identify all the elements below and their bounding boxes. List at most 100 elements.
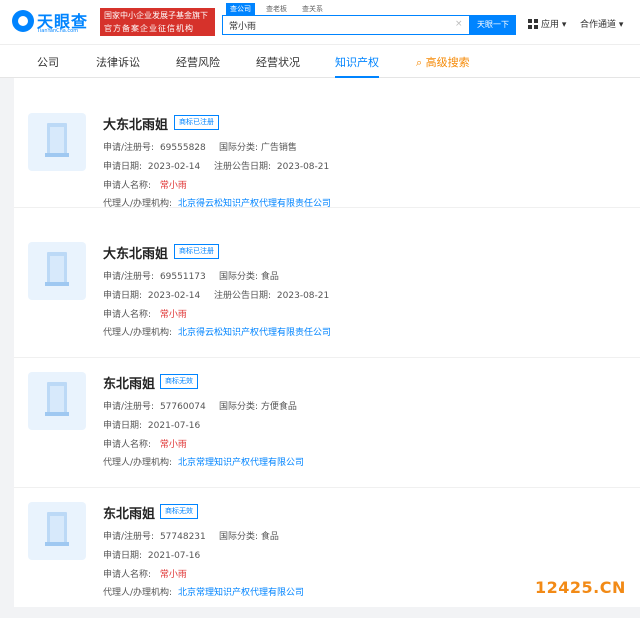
status-badge: 商标已注册 [174,244,219,259]
search-box: × [222,15,470,35]
pub-date-value: 2023-08-21 [276,162,330,172]
trademark-book-icon [45,512,69,546]
status-badge: 商标无效 [160,374,198,389]
tab-search-company[interactable]: 查公司 [226,3,255,15]
reg-no-value: 69555828 [159,143,206,153]
applicant-label: 申请人名称: [103,310,152,320]
trademark-card[interactable]: 大东北雨姐 商标已注册 申请/注册号: 69551173 国际分类: 食品 申请… [14,228,640,358]
trademark-row-class: 国际分类: 食品 [219,529,279,542]
class-label: 国际分类: [219,402,259,412]
trademark-name[interactable]: 东北雨姐 [103,373,155,392]
agent-label: 代理人/办理机构: [103,458,173,468]
trademark-book-icon [45,382,69,416]
trademark-row-applicant: 申请人名称: 常小雨 [103,567,187,580]
site-watermark: 12425.CN [535,578,626,597]
trademark-row-agent: 代理人/办理机构: 北京常理知识产权代理有限公司 [103,455,304,468]
trademark-image[interactable] [28,372,86,430]
site-logo[interactable]: 天眼查 TianYanCha.com [12,8,96,36]
search-icon: ⌕ [416,56,423,69]
class-value: 广告销售 [260,143,297,153]
trademark-row-date: 申请日期: 2021-07-16 [103,418,200,431]
clear-icon[interactable]: × [455,19,463,29]
applicant-link[interactable]: 常小雨 [160,310,187,320]
pub-date-label: 注册公告日期: [214,291,272,301]
nav-risk[interactable]: 经营风险 [176,54,220,70]
grid-icon [528,19,538,29]
section-nav: 公司 法律诉讼 经营风险 经营状况 知识产权 ⌕ 高级搜索 [0,44,640,78]
trademark-row-agent: 代理人/办理机构: 北京得云松知识产权代理有限责任公司 [103,196,331,209]
search-button[interactable]: 天眼一下 [470,15,516,35]
nav-operations[interactable]: 经营状况 [256,54,300,70]
applicant-link[interactable]: 常小雨 [160,570,187,580]
trademark-book-icon [45,123,69,157]
chevron-down-icon: ▾ [618,20,624,30]
trademark-card[interactable]: 东北雨姐 商标无效 申请/注册号: 57748231 国际分类: 食品 申请日期… [14,488,640,618]
nav-legal[interactable]: 法律诉讼 [96,54,140,70]
advanced-search-label: 高级搜索 [425,56,470,69]
class-label: 国际分类: [219,532,259,542]
reg-no-value: 57760074 [159,402,206,412]
trademark-image[interactable] [28,242,86,300]
trademark-list: 大东北雨姐 商标已注册 申请/注册号: 69555828 国际分类: 广告销售 … [14,78,640,607]
trademark-name[interactable]: 东北雨姐 [103,503,155,522]
date-label: 申请日期: [103,421,143,431]
eye-logo-icon [12,10,34,32]
date-label: 申请日期: [103,162,143,172]
trademark-image[interactable] [28,502,86,560]
status-badge: 商标无效 [160,504,198,519]
pub-date-value: 2023-08-21 [276,291,330,301]
trademark-row-pub: 注册公告日期: 2023-08-21 [214,288,329,301]
top-header: 天眼查 TianYanCha.com 国家中小企业发展子基金旗下 官方备案企业征… [0,0,640,44]
reg-no-label: 申请/注册号: [103,402,155,412]
tab-search-boss[interactable]: 查老板 [262,3,291,15]
trademark-row-reg: 申请/注册号: 69551173 [103,269,206,282]
trademark-name[interactable]: 大东北雨姐 [103,114,168,133]
agent-link[interactable]: 北京常理知识产权代理有限公司 [178,588,304,598]
nav-ip[interactable]: 知识产权 [335,54,379,70]
trademark-card[interactable]: 大东北雨姐 商标已注册 申请/注册号: 69555828 国际分类: 广告销售 … [14,78,640,209]
applicant-link[interactable]: 常小雨 [160,181,187,191]
agent-label: 代理人/办理机构: [103,199,173,209]
agent-label: 代理人/办理机构: [103,588,173,598]
partner-menu[interactable]: 合作通道 ▾ [580,17,623,30]
trademark-card[interactable]: 东北雨姐 商标无效 申请/注册号: 57760074 国际分类: 方便食品 申请… [14,358,640,488]
trademark-row-reg: 申请/注册号: 57760074 [103,399,206,412]
applicant-label: 申请人名称: [103,570,152,580]
app-menu-label: 应用 [541,20,560,30]
status-badge: 商标已注册 [174,115,219,130]
date-value: 2023-02-14 [147,162,201,172]
applicant-link[interactable]: 常小雨 [160,440,187,450]
trademark-row-applicant: 申请人名称: 常小雨 [103,437,187,450]
tab-search-relation[interactable]: 查关系 [298,3,327,15]
chevron-down-icon: ▾ [561,20,567,30]
date-value: 2021-07-16 [147,551,201,561]
applicant-label: 申请人名称: [103,440,152,450]
nav-company[interactable]: 公司 [37,54,59,70]
agent-link[interactable]: 北京得云松知识产权代理有限责任公司 [178,199,331,209]
reg-no-label: 申请/注册号: [103,272,155,282]
agent-label: 代理人/办理机构: [103,328,173,338]
reg-no-value: 57748231 [159,532,206,542]
credit-banner[interactable]: 国家中小企业发展子基金旗下 官方备案企业征信机构 [100,8,215,36]
trademark-row-class: 国际分类: 广告销售 [219,140,297,153]
logo-subtext: TianYanCha.com [37,28,79,34]
agent-link[interactable]: 北京得云松知识产权代理有限责任公司 [178,328,331,338]
trademark-row-agent: 代理人/办理机构: 北京得云松知识产权代理有限责任公司 [103,325,331,338]
trademark-row-date: 申请日期: 2023-02-14 [103,288,200,301]
class-value: 食品 [260,532,279,542]
class-value: 食品 [260,272,279,282]
applicant-label: 申请人名称: [103,181,152,191]
reg-no-value: 69551173 [159,272,206,282]
reg-no-label: 申请/注册号: [103,143,155,153]
trademark-book-icon [45,252,69,286]
date-label: 申请日期: [103,551,143,561]
app-menu[interactable]: 应用 ▾ [541,17,566,30]
trademark-row-agent: 代理人/办理机构: 北京常理知识产权代理有限公司 [103,585,304,598]
date-value: 2021-07-16 [147,421,201,431]
nav-advanced-search[interactable]: ⌕ 高级搜索 [416,54,470,70]
search-input[interactable] [229,19,449,31]
trademark-image[interactable] [28,113,86,171]
reg-no-label: 申请/注册号: [103,532,155,542]
agent-link[interactable]: 北京常理知识产权代理有限公司 [178,458,304,468]
trademark-name[interactable]: 大东北雨姐 [103,243,168,262]
